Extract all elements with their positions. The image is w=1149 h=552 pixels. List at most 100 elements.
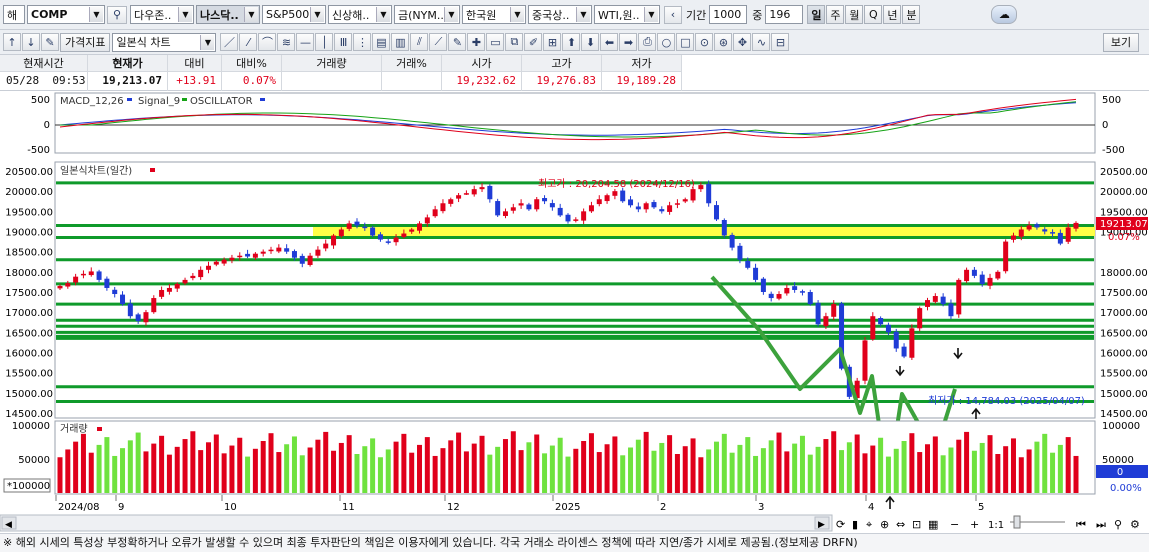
market-tab-7[interactable]: WTI,원.. ▼ xyxy=(594,5,660,24)
chevron-down-icon[interactable]: ▼ xyxy=(310,7,324,22)
fan-icon[interactable]: ≋ xyxy=(277,33,296,51)
interval-button-5[interactable]: 분 xyxy=(902,5,921,24)
scroll-track[interactable] xyxy=(0,514,833,532)
interval-button-2[interactable]: 월 xyxy=(845,5,864,24)
arrow-left-icon[interactable]: ⬅ xyxy=(600,33,619,51)
grid-icon[interactable]: ▥ xyxy=(391,33,410,51)
view-button[interactable]: 보기 xyxy=(1103,32,1139,52)
rect-icon[interactable]: ▭ xyxy=(486,33,505,51)
candle-body xyxy=(463,193,469,195)
arrow-down-icon[interactable]: ↓ xyxy=(22,33,40,51)
cycle-icon[interactable]: ⋮ xyxy=(353,33,372,51)
horizontal-scrollbar[interactable]: ◀ ▶ ⟳ ▮ ⌖ ⊕ ⇔ ⊡ ▦ − + 1:1 ⏮ ⏭ ⚲ ⚙ xyxy=(0,514,1140,532)
volume-bar xyxy=(65,449,71,493)
zoom-in-icon[interactable]: ⊕ xyxy=(880,518,889,531)
chevron-down-icon[interactable]: ▼ xyxy=(244,7,258,22)
count-input[interactable]: 196 xyxy=(765,5,804,24)
crosshair-icon[interactable]: ⌖ xyxy=(866,518,872,531)
chevron-left-icon[interactable]: ◀ xyxy=(5,520,12,530)
pen-icon[interactable]: ✎ xyxy=(448,33,467,51)
arrow-down-icon[interactable]: ⬇ xyxy=(581,33,600,51)
period-input[interactable]: 1000 xyxy=(709,5,748,24)
candle-body xyxy=(753,267,759,280)
edit-icon[interactable]: ✎ xyxy=(41,33,59,51)
indicator-button[interactable]: 가격지표 xyxy=(60,32,111,52)
vline-icon[interactable]: │ xyxy=(315,33,334,51)
chart-area[interactable]: MACD_12,26 Signal_9 OSCILLATOR 500 0 -50… xyxy=(0,91,1149,533)
market-tab-0[interactable]: 다우존.. ▼ xyxy=(130,5,194,24)
print-icon[interactable]: ⎙ xyxy=(638,33,657,51)
symbol-combo[interactable]: COMP ▼ xyxy=(27,5,105,24)
zoom-icon[interactable]: ⊙ xyxy=(695,33,714,51)
search-icon[interactable]: ⚲ xyxy=(1114,518,1122,531)
chevron-down-icon[interactable]: ▼ xyxy=(200,34,215,50)
line-icon[interactable]: ⁄ xyxy=(239,33,258,51)
price-ytick-right: 20500.00 xyxy=(1100,167,1148,178)
price-ytick-left: 14500.00 xyxy=(5,409,53,420)
plus-icon[interactable]: + xyxy=(970,518,979,531)
hline-icon[interactable]: — xyxy=(296,33,315,51)
chevron-right-icon[interactable]: ▶ xyxy=(818,520,825,530)
market-type-select[interactable]: 해 xyxy=(3,5,25,24)
arrow-up-icon[interactable]: ⬆ xyxy=(562,33,581,51)
circle-icon[interactable]: ○ xyxy=(657,33,676,51)
volume-bar xyxy=(971,450,977,493)
chevron-down-icon[interactable]: ▼ xyxy=(444,7,458,22)
arrow-right-icon[interactable]: ➡ xyxy=(619,33,638,51)
move-icon[interactable]: ✥ xyxy=(733,33,752,51)
trendline-icon[interactable]: ／ xyxy=(220,33,239,51)
arc-icon[interactable]: ⌒ xyxy=(258,33,277,51)
square-icon[interactable]: □ xyxy=(676,33,695,51)
market-tab-6[interactable]: 중국상.. ▼ xyxy=(528,5,592,24)
note-icon[interactable]: ✐ xyxy=(524,33,543,51)
chevron-left-icon[interactable]: ‹ xyxy=(664,5,682,24)
interval-button-3[interactable]: Q xyxy=(864,5,883,24)
last-page-icon[interactable]: ⏭ xyxy=(1096,518,1106,531)
chevron-down-icon[interactable]: ▼ xyxy=(178,7,192,22)
grid-icon[interactable]: ▦ xyxy=(928,518,938,531)
candle-body xyxy=(385,241,391,243)
fibo-icon[interactable]: Ⅲ xyxy=(334,33,353,51)
market-tab-1[interactable]: 나스닥.. ▼ xyxy=(196,5,260,24)
minus-icon[interactable]: − xyxy=(950,518,959,531)
candle-body xyxy=(190,275,196,279)
interval-button-4[interactable]: 년 xyxy=(883,5,902,24)
market-tab-3[interactable]: 신상해.. ▼ xyxy=(328,5,392,24)
first-page-icon[interactable]: ⏮ xyxy=(1076,518,1086,531)
chevron-down-icon[interactable]: ▼ xyxy=(510,7,524,22)
angle-icon[interactable]: ⟋ xyxy=(429,33,448,51)
box-icon[interactable]: ⊞ xyxy=(543,33,562,51)
zoom-icon[interactable]: ⊡ xyxy=(912,518,921,531)
channel-icon[interactable]: ▤ xyxy=(372,33,391,51)
cross-icon[interactable]: ✚ xyxy=(467,33,486,51)
chevron-down-icon[interactable]: ▼ xyxy=(376,7,390,22)
candle-body xyxy=(221,259,227,264)
cloud-icon[interactable]: ☁ xyxy=(991,5,1018,24)
panel-icon[interactable]: ⊟ xyxy=(771,33,790,51)
volume-bar xyxy=(588,433,594,493)
parallel-icon[interactable]: ⫽ xyxy=(410,33,429,51)
chevron-down-icon[interactable]: ▼ xyxy=(576,7,590,22)
chevron-down-icon[interactable]: ▼ xyxy=(89,7,103,22)
market-tab-5[interactable]: 한국원 ▼ xyxy=(462,5,526,24)
bar-icon[interactable]: ▮ xyxy=(852,518,858,531)
candle-body xyxy=(260,251,266,254)
magnify-icon[interactable]: ⊛ xyxy=(714,33,733,51)
interval-button-1[interactable]: 주 xyxy=(826,5,845,24)
quote-low: 19,189.28 xyxy=(616,74,676,87)
zoom-slider-thumb[interactable] xyxy=(1013,515,1021,529)
search-icon[interactable]: ⚲ xyxy=(107,5,127,24)
copy-icon[interactable]: ⧉ xyxy=(505,33,524,51)
market-tab-4[interactable]: 금(NYM.. ▼ xyxy=(394,5,460,24)
chevron-down-icon[interactable]: ▼ xyxy=(644,7,658,22)
expand-icon[interactable]: ⇔ xyxy=(896,518,905,531)
chart-type-select[interactable]: 일본식 차트 ▼ xyxy=(112,32,217,52)
market-tab-2[interactable]: S&P500 ▼ xyxy=(262,5,326,24)
wave-icon[interactable]: ∿ xyxy=(752,33,771,51)
arrow-up-icon[interactable]: ↑ xyxy=(3,33,21,51)
volume-bar xyxy=(1026,449,1032,493)
gear-icon[interactable]: ⟳ xyxy=(836,518,845,531)
settings-icon[interactable]: ⚙ xyxy=(1130,518,1140,531)
candle-body xyxy=(502,211,508,216)
interval-button-0[interactable]: 일 xyxy=(807,5,826,24)
